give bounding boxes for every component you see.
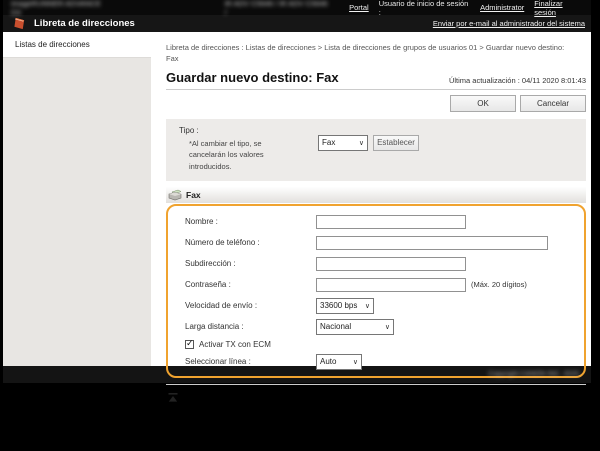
send-speed-row: Velocidad de envío : 33600 bps ∨: [168, 295, 584, 316]
check-icon: ✓: [186, 338, 194, 349]
app-bar: Libreta de direcciones Enviar por e-mail…: [3, 15, 591, 32]
long-distance-value: Nacional: [320, 322, 351, 331]
sidebar: Listas de direcciones: [3, 32, 151, 366]
select-line-row: Seleccionar línea : Auto ∨: [168, 351, 584, 372]
long-distance-row: Larga distancia : Nacional ∨: [168, 316, 584, 337]
select-line-label: Seleccionar línea :: [185, 357, 316, 366]
back-to-top-icon[interactable]: [168, 389, 178, 407]
copyright-text: Copyright CANON INC. 2020: [488, 371, 579, 378]
breadcrumb-link-address-lists[interactable]: Listas de direcciones: [246, 43, 316, 52]
name-label: Nombre :: [185, 217, 316, 226]
sidebar-item-label: Listas de direcciones: [15, 40, 90, 49]
type-select-value: Fax: [322, 138, 335, 147]
chevron-down-icon: ∨: [359, 139, 364, 147]
top-bar: imageRUNNER ADVANCE DX iR ADV C5646 / iR…: [3, 0, 591, 15]
bottom-divider: [166, 384, 586, 385]
set-type-button[interactable]: Establecer: [373, 135, 419, 151]
long-distance-select[interactable]: Nacional ∨: [316, 319, 394, 335]
subaddress-input[interactable]: [316, 257, 466, 271]
title-divider: [166, 89, 586, 90]
type-label: Tipo :: [179, 126, 318, 135]
phone-label: Número de teléfono :: [185, 238, 316, 247]
name-input[interactable]: [316, 215, 466, 229]
password-input[interactable]: [316, 278, 466, 292]
portal-link[interactable]: Portal: [349, 3, 369, 12]
fax-form: Nombre : Número de teléfono : Subdirecci…: [166, 204, 586, 378]
content-area: Libreta de direcciones : Listas de direc…: [151, 32, 591, 366]
phone-input[interactable]: [316, 236, 548, 250]
subaddress-label: Subdirección :: [185, 259, 316, 268]
cancel-button[interactable]: Cancelar: [520, 95, 586, 112]
chevron-down-icon: ∨: [353, 358, 358, 366]
address-book-icon: [13, 17, 26, 30]
app-title: Libreta de direcciones: [34, 18, 135, 29]
password-label: Contraseña :: [185, 280, 316, 289]
logout-link[interactable]: Finalizar sesión: [534, 0, 585, 17]
type-select[interactable]: Fax ∨: [318, 135, 368, 151]
breadcrumb-separator: >: [477, 43, 486, 52]
breadcrumb: Libreta de direcciones : Listas de direc…: [166, 42, 568, 65]
password-max-note: (Máx. 20 dígitos): [471, 280, 527, 289]
select-line-value: Auto: [320, 357, 336, 366]
subaddress-row: Subdirección :: [168, 253, 584, 274]
type-change-note: *Al cambiar el tipo, se cancelarán los v…: [189, 138, 281, 173]
last-updated-text: Última actualización : 04/11 2020 8:01:4…: [449, 76, 586, 85]
send-speed-select[interactable]: 33600 bps ∨: [316, 298, 374, 314]
fax-section-title: Fax: [186, 190, 201, 200]
phone-row: Número de teléfono :: [168, 232, 584, 253]
send-speed-label: Velocidad de envío :: [185, 301, 316, 310]
device-name-text: iR ADV C5646 / iR ADV C5646 /: [225, 0, 329, 17]
chevron-down-icon: ∨: [365, 302, 370, 310]
password-row: Contraseña : (Máx. 20 dígitos): [168, 274, 584, 295]
ecm-label: Activar TX con ECM: [199, 340, 271, 349]
breadcrumb-link-address-book[interactable]: Libreta de direcciones: [166, 43, 239, 52]
ecm-row: ✓ Activar TX con ECM: [168, 337, 584, 351]
fax-icon: [168, 189, 182, 201]
chevron-down-icon: ∨: [385, 323, 390, 331]
long-distance-label: Larga distancia :: [185, 322, 316, 331]
breadcrumb-link-user-group-list[interactable]: Lista de direcciones de grupos de usuari…: [324, 43, 477, 52]
sidebar-item-address-lists[interactable]: Listas de direcciones: [3, 32, 151, 58]
name-row: Nombre :: [168, 211, 584, 232]
main-area: Listas de direcciones Libreta de direcci…: [3, 32, 591, 366]
ok-button[interactable]: OK: [450, 95, 516, 112]
select-line-select[interactable]: Auto ∨: [316, 354, 362, 370]
page-title: Guardar nuevo destino: Fax: [166, 70, 339, 85]
breadcrumb-separator: >: [316, 43, 325, 52]
send-speed-value: 33600 bps: [320, 301, 357, 310]
login-user-link[interactable]: Administrator: [480, 3, 524, 12]
ecm-checkbox[interactable]: ✓: [185, 340, 194, 349]
type-section: Tipo : *Al cambiar el tipo, se cancelará…: [166, 119, 586, 182]
fax-section-header: Fax: [166, 187, 586, 203]
email-admin-link[interactable]: Enviar por e-mail al administrador del s…: [433, 19, 585, 28]
device-model-text: imageRUNNER ADVANCE DX: [11, 0, 111, 17]
login-user-label: Usuario de inicio de sesión :: [379, 0, 470, 17]
remote-ui-page: imageRUNNER ADVANCE DX iR ADV C5646 / iR…: [3, 0, 591, 383]
